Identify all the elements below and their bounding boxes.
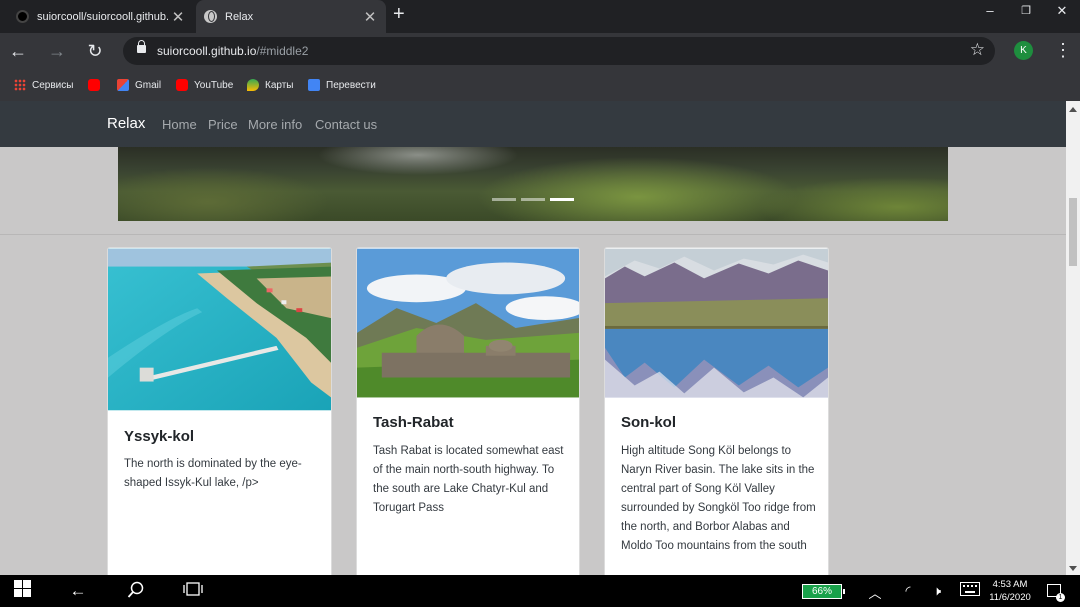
image-carousel [118,147,948,221]
globe-icon [204,10,217,23]
tab-strip: suiorcooll/suiorcooll.github.io ✕ Relax … [0,0,1080,33]
carousel-indicator[interactable] [521,198,545,201]
bookmark-youtube-short[interactable] [88,77,106,93]
page-content: Yssyk-kol The north is dominated by the … [0,147,1066,575]
bookmark-youtube[interactable]: YouTube [176,77,233,93]
task-view-icon[interactable] [178,581,208,602]
card-text: Tash Rabat is located somewhat east of t… [373,445,564,514]
new-tab-button[interactable]: + [393,3,405,26]
site-navbar: Relax Home Price More info Contact us [0,101,1066,147]
bookmarks-bar: Сервисы Gmail YouTube Карты Перевести [0,69,1080,101]
scroll-up-icon[interactable] [1069,107,1077,112]
nav-link-contact-us[interactable]: Contact us [315,117,377,132]
tab-github[interactable]: suiorcooll/suiorcooll.github.io ✕ [8,0,194,33]
clock-time: 4:53 AM [992,579,1028,590]
nav-link-price[interactable]: Price [208,117,238,132]
forward-button[interactable]: → [45,39,69,63]
nav-link-more-info[interactable]: More info [248,117,302,132]
card-image-lake-beach [108,248,331,411]
minimize-icon[interactable]: – [972,0,1008,25]
card-title: Tash-Rabat [373,414,454,431]
navbar-brand[interactable]: Relax [107,115,145,132]
carousel-indicator[interactable] [492,198,516,201]
card-text: The north is dominated by the eye-shaped… [124,458,302,489]
card-text: High altitude Song Köl belongs to Naryn … [621,445,816,552]
youtube-icon [88,79,100,91]
bookmark-services[interactable]: Сервисы [14,77,73,93]
scrollbar-thumb[interactable] [1069,198,1077,266]
notification-center-icon[interactable]: 1 [1047,584,1065,602]
windows-start-icon[interactable] [7,580,37,602]
browser-toolbar: ← → ↻ suiorcooll.github.io/#middle2 ☆ K … [0,33,1080,69]
bookmark-translate[interactable]: Перевести [308,77,376,93]
url-text: suiorcooll.github.io/#middle2 [157,44,309,58]
scroll-down-icon[interactable] [1069,566,1077,571]
reload-button[interactable]: ↻ [83,39,107,63]
windows-taskbar: ← 66% ︿ ◜ 🕨 4:53 AM 11/6/2020 1 [0,575,1080,607]
translate-icon [308,79,320,91]
card-title: Son-kol [621,414,676,431]
keyboard-icon[interactable] [955,581,985,601]
back-button[interactable]: ← [6,39,30,63]
bookmark-maps[interactable]: Карты [247,77,294,93]
address-bar[interactable]: suiorcooll.github.io/#middle2 ☆ [123,37,995,65]
close-tab-icon[interactable]: ✕ [168,8,188,26]
nav-link-home[interactable]: Home [162,117,197,132]
gmail-icon [117,79,129,91]
wifi-icon[interactable]: ◜ [893,583,923,599]
youtube-icon [176,79,188,91]
volume-muted-icon[interactable]: 🕨 [922,583,952,599]
page-scrollbar[interactable] [1066,101,1080,575]
lock-icon[interactable] [137,40,146,53]
card-tash-rabat: Tash-Rabat Tash Rabat is located somewha… [356,247,580,575]
bookmark-star-icon[interactable]: ☆ [970,40,985,60]
search-icon[interactable] [121,581,151,604]
carousel-image [118,147,948,221]
bookmark-gmail[interactable]: Gmail [117,77,161,93]
card-son-kol: Son-kol High altitude Song Köl belongs t… [604,247,829,575]
tab-title: Relax [225,10,254,23]
close-icon[interactable]: ✕ [1044,0,1080,25]
system-clock[interactable]: 4:53 AM 11/6/2020 [985,578,1035,604]
notification-count: 1 [1056,593,1065,602]
card-image-caravanserai [357,248,579,398]
maps-icon [247,79,259,91]
battery-indicator[interactable]: 66% [802,584,845,599]
back-arrow-icon[interactable]: ← [63,581,93,601]
chevron-up-icon[interactable]: ︿ [860,583,890,602]
close-tab-icon[interactable]: ✕ [360,8,380,26]
apps-grid-icon [14,79,26,91]
tab-relax[interactable]: Relax ✕ [196,0,386,33]
card-image-mountain-lake [605,248,828,398]
clock-date: 11/6/2020 [989,592,1031,603]
card-yssyk-kol: Yssyk-kol The north is dominated by the … [107,247,332,575]
menu-kebab-icon[interactable]: ⋮ [1054,39,1072,63]
section-divider [0,234,1066,235]
tab-title: suiorcooll/suiorcooll.github.io [37,10,168,23]
card-title: Yssyk-kol [124,428,195,445]
carousel-indicator-active[interactable] [550,198,574,201]
github-icon [16,10,29,23]
restore-icon[interactable]: ❐ [1008,0,1044,25]
profile-avatar[interactable]: K [1014,41,1033,60]
